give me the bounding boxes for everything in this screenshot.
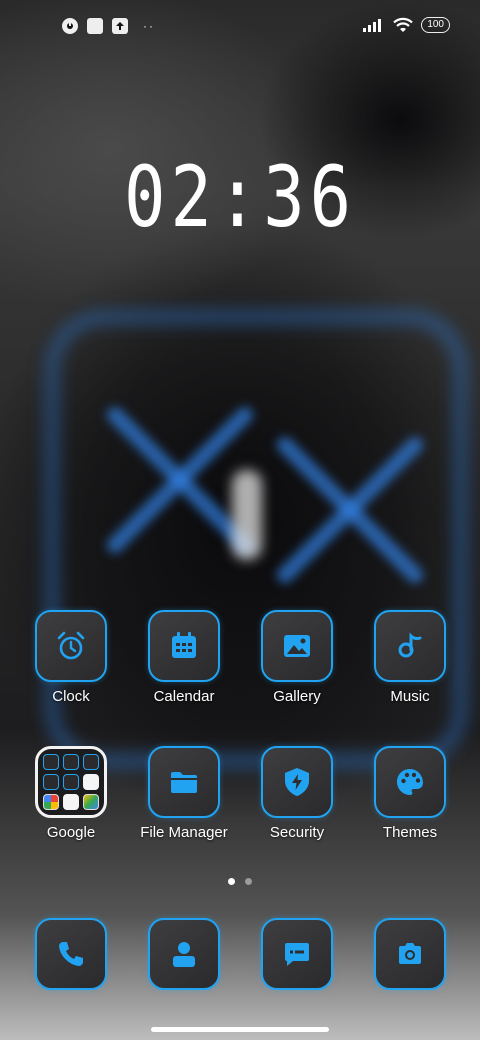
app-label: Calendar	[153, 688, 215, 705]
calendar-app-icon[interactable]	[148, 610, 220, 682]
app-label: Clock	[52, 688, 90, 705]
palette-icon	[397, 769, 423, 795]
app-gallery[interactable]: Gallery	[242, 610, 352, 705]
wifi-icon	[393, 17, 414, 32]
page-dot[interactable]	[245, 878, 252, 885]
contacts-app-icon[interactable]	[148, 918, 220, 990]
camera-app-icon[interactable]	[374, 918, 446, 990]
app-label: Themes	[382, 824, 438, 841]
app-clock[interactable]: Clock	[16, 610, 126, 705]
mini-app-icon	[83, 774, 99, 790]
phone-app-icon[interactable]	[35, 918, 107, 990]
app-file-manager[interactable]: File Manager	[129, 746, 239, 841]
mini-app-icon	[63, 754, 79, 770]
dock-camera[interactable]	[355, 918, 465, 990]
camera-icon	[399, 943, 421, 964]
dock-messages[interactable]	[242, 918, 352, 990]
page-indicator[interactable]	[0, 878, 480, 885]
file-manager-app-icon[interactable]	[148, 746, 220, 818]
page-dot-active[interactable]	[228, 878, 235, 885]
wallpaper-x-right	[270, 410, 430, 610]
mini-app-icon	[83, 754, 99, 770]
messages-app-icon[interactable]	[261, 918, 333, 990]
app-label: Google	[46, 824, 96, 841]
shield-bolt-icon	[285, 768, 309, 796]
dock-phone[interactable]	[16, 918, 126, 990]
music-note-icon	[398, 632, 422, 658]
square-icon	[87, 18, 103, 34]
security-app-icon[interactable]	[261, 746, 333, 818]
mini-app-icon	[83, 794, 99, 810]
home-gesture-bar[interactable]	[151, 1027, 329, 1032]
music-app-icon[interactable]	[374, 610, 446, 682]
mini-app-icon	[43, 754, 59, 770]
folder-google[interactable]: Google	[16, 746, 126, 841]
phone-icon	[59, 942, 83, 966]
app-notification-icon	[62, 18, 78, 34]
gallery-app-icon[interactable]	[261, 610, 333, 682]
messages-icon	[285, 943, 309, 966]
status-right-icons: 100	[363, 17, 450, 33]
signal-icon	[363, 19, 382, 32]
mini-app-icon	[63, 774, 79, 790]
app-label: File Manager	[140, 824, 228, 841]
app-music[interactable]: Music	[355, 610, 465, 705]
home-clock-widget[interactable]: 02:36	[43, 148, 437, 246]
more-dots-icon: ··	[143, 19, 155, 33]
folder-icon[interactable]	[35, 746, 107, 818]
mini-app-icon	[63, 794, 79, 810]
wallpaper-mask-center	[232, 470, 262, 560]
battery-icon: 100	[421, 17, 450, 33]
image-icon	[284, 635, 310, 657]
folder-open-icon	[171, 772, 197, 793]
app-label: Security	[269, 824, 325, 841]
upload-icon	[112, 18, 128, 34]
app-label: Music	[390, 688, 430, 705]
alarm-clock-icon	[57, 631, 85, 660]
app-themes[interactable]: Themes	[355, 746, 465, 841]
themes-app-icon[interactable]	[374, 746, 446, 818]
status-bar: ·· 100	[0, 0, 480, 56]
status-left-icons: ··	[62, 18, 155, 34]
clock-app-icon[interactable]	[35, 610, 107, 682]
contacts-icon	[173, 942, 195, 967]
mini-app-icon	[43, 774, 59, 790]
mini-app-icon	[43, 794, 59, 810]
app-security[interactable]: Security	[242, 746, 352, 841]
app-label: Gallery	[273, 688, 321, 705]
app-calendar[interactable]: Calendar	[129, 610, 239, 705]
dock-contacts[interactable]	[129, 918, 239, 990]
calendar-icon	[172, 632, 196, 658]
